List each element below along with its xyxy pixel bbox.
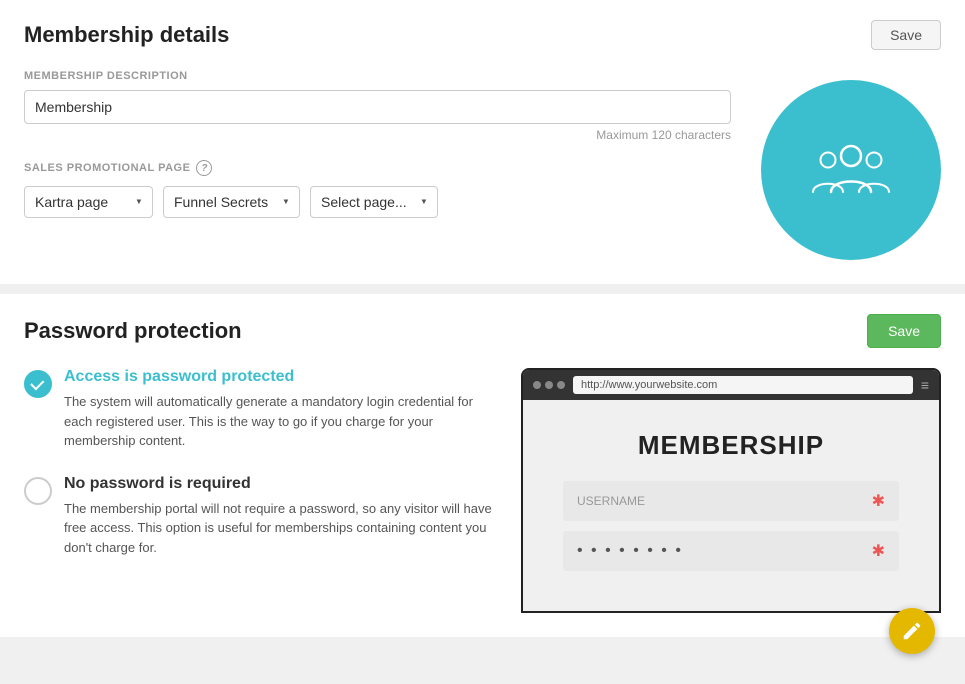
membership-details-section: Membership details Save MEMBERSHIP DESCR… xyxy=(0,0,965,284)
browser-url-bar: http://www.yourwebsite.com xyxy=(573,376,913,394)
browser-menu-icon: ≡ xyxy=(921,377,929,393)
membership-body: MEMBERSHIP DESCRIPTION Maximum 120 chara… xyxy=(24,70,941,260)
browser-dot-3 xyxy=(557,381,565,389)
browser-password-field: • • • • • • • • ✱ xyxy=(563,531,899,571)
group-icon xyxy=(806,124,896,217)
page-type-select[interactable]: Kartra page External page xyxy=(24,186,153,218)
option-nopassword-radio[interactable] xyxy=(24,477,52,505)
page-name-dropdown[interactable]: Funnel Secrets xyxy=(163,186,300,218)
browser-dots xyxy=(533,381,565,389)
option-nopassword-desc: The membership portal will not require a… xyxy=(64,499,501,558)
password-title: Password protection xyxy=(24,318,242,344)
browser-password-required: ✱ xyxy=(872,541,885,561)
dropdowns-row: Kartra page External page Funnel Secrets… xyxy=(24,186,731,218)
membership-header: Membership details Save xyxy=(24,20,941,50)
password-body: Access is password protected The system … xyxy=(24,368,941,613)
membership-avatar xyxy=(761,80,941,260)
description-label: MEMBERSHIP DESCRIPTION xyxy=(24,70,731,82)
password-header: Password protection Save xyxy=(24,314,941,348)
help-icon[interactable]: ? xyxy=(196,160,212,176)
browser-username-text: USERNAME xyxy=(577,494,645,508)
option-nopassword-row: No password is required The membership p… xyxy=(24,475,501,558)
browser-username-required: ✱ xyxy=(872,491,885,511)
browser-password-dots: • • • • • • • • xyxy=(577,542,683,560)
browser-dot-1 xyxy=(533,381,541,389)
password-options: Access is password protected The system … xyxy=(24,368,501,581)
password-save-button[interactable]: Save xyxy=(867,314,941,348)
browser-mockup: http://www.yourwebsite.com ≡ MEMBERSHIP … xyxy=(521,368,941,613)
option-nopassword-title: No password is required xyxy=(64,475,501,493)
promo-label-row: SALES PROMOTIONAL PAGE ? xyxy=(24,160,731,176)
browser-username-field: USERNAME ✱ xyxy=(563,481,899,521)
membership-save-button[interactable]: Save xyxy=(871,20,941,50)
option-password-desc: The system will automatically generate a… xyxy=(64,392,501,451)
browser-dot-2 xyxy=(545,381,553,389)
promo-label: SALES PROMOTIONAL PAGE xyxy=(24,162,190,174)
page-select-dropdown[interactable]: Select page... xyxy=(310,186,438,218)
browser-bar: http://www.yourwebsite.com ≡ xyxy=(523,370,939,400)
browser-membership-label: MEMBERSHIP xyxy=(563,430,899,461)
membership-form: MEMBERSHIP DESCRIPTION Maximum 120 chara… xyxy=(24,70,731,218)
page-type-dropdown[interactable]: Kartra page External page xyxy=(24,186,153,218)
url-text: http://www.yourwebsite.com xyxy=(581,379,717,391)
option-password-radio[interactable] xyxy=(24,370,52,398)
option-password-row: Access is password protected The system … xyxy=(24,368,501,451)
option-password-content: Access is password protected The system … xyxy=(64,368,501,451)
option-nopassword-content: No password is required The membership p… xyxy=(64,475,501,558)
page-name-select[interactable]: Funnel Secrets xyxy=(163,186,300,218)
password-protection-section: Password protection Save Access is passw… xyxy=(0,294,965,637)
page-select-select[interactable]: Select page... xyxy=(310,186,438,218)
edit-fab-button[interactable] xyxy=(889,608,935,654)
description-input[interactable] xyxy=(24,90,731,124)
page-title: Membership details xyxy=(24,22,229,48)
option-password-title: Access is password protected xyxy=(64,368,501,386)
char-hint: Maximum 120 characters xyxy=(24,128,731,142)
browser-content: MEMBERSHIP USERNAME ✱ • • • • • • • • ✱ xyxy=(523,400,939,611)
